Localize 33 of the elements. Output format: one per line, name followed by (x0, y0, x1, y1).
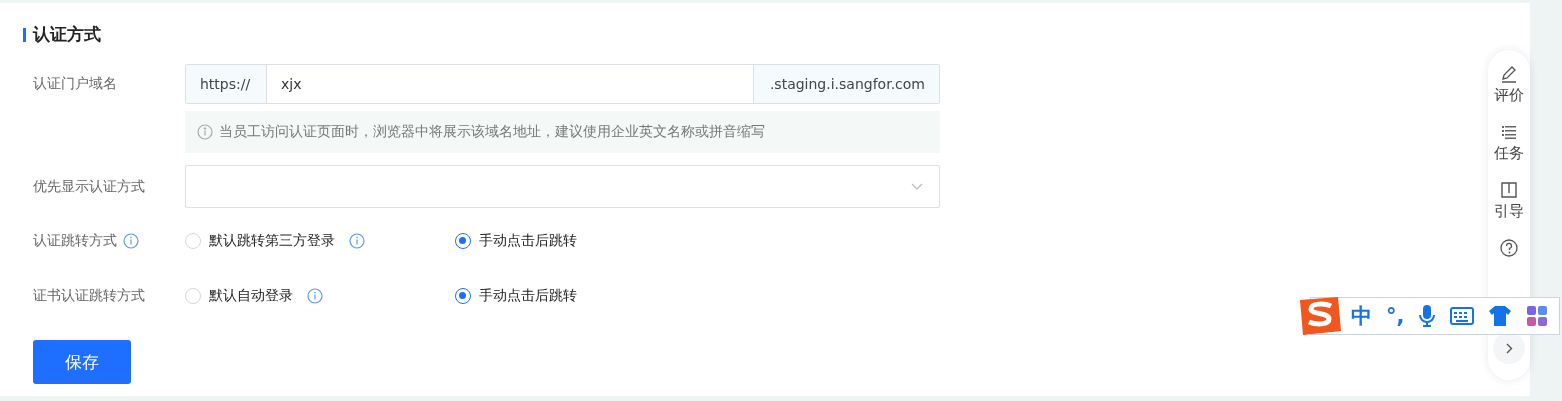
field-label: 认证门户域名 (33, 75, 117, 93)
info-icon (197, 124, 213, 140)
option-label[interactable]: 默认自动登录 (209, 287, 293, 305)
ime-mode-text[interactable]: °, (1386, 304, 1405, 328)
grid-icon (1526, 305, 1549, 327)
ime-mode-text[interactable]: 中 (1351, 302, 1372, 330)
shirt-icon (1488, 305, 1513, 327)
accent-bar (23, 27, 26, 42)
field-label: 认证跳转方式 (33, 232, 117, 250)
option-label[interactable]: 手动点击后跳转 (479, 287, 577, 305)
chevron-down-icon (911, 182, 923, 191)
domain-field[interactable]: xjx (267, 65, 753, 103)
field-label: 证书认证跳转方式 (33, 287, 145, 305)
toolbar-item[interactable]: 引导 (1494, 180, 1524, 221)
hint-text: 当员工访问认证页面时，浏览器中将展示该域名地址，建议使用企业英文名称或拼音缩写 (219, 123, 765, 141)
keyboard-icon (1450, 307, 1475, 325)
field-label: 优先显示认证方式 (33, 177, 145, 196)
option-label[interactable]: 手动点击后跳转 (479, 232, 577, 250)
help-icon (1499, 238, 1519, 258)
toolbar-item[interactable]: 任务 (1494, 122, 1524, 163)
save-button[interactable]: 保存 (33, 340, 131, 384)
url-prefix: https:// (186, 65, 267, 103)
option-label[interactable]: 默认跳转第三方登录 (209, 232, 335, 250)
section-title: 认证方式 (33, 23, 101, 46)
book-icon (1499, 180, 1519, 200)
pen-icon (1499, 64, 1519, 84)
domain-suffix: .staging.i.sangfor.com (752, 65, 939, 103)
microphone-icon (1418, 304, 1437, 328)
toolbar-item[interactable] (1499, 238, 1519, 258)
chevron-right-icon (1505, 342, 1513, 354)
domain-input-group[interactable]: https:// xjx .staging.i.sangfor.com (185, 64, 940, 104)
toolbar-item[interactable]: 评价 (1494, 64, 1524, 105)
select-field[interactable] (185, 165, 940, 208)
